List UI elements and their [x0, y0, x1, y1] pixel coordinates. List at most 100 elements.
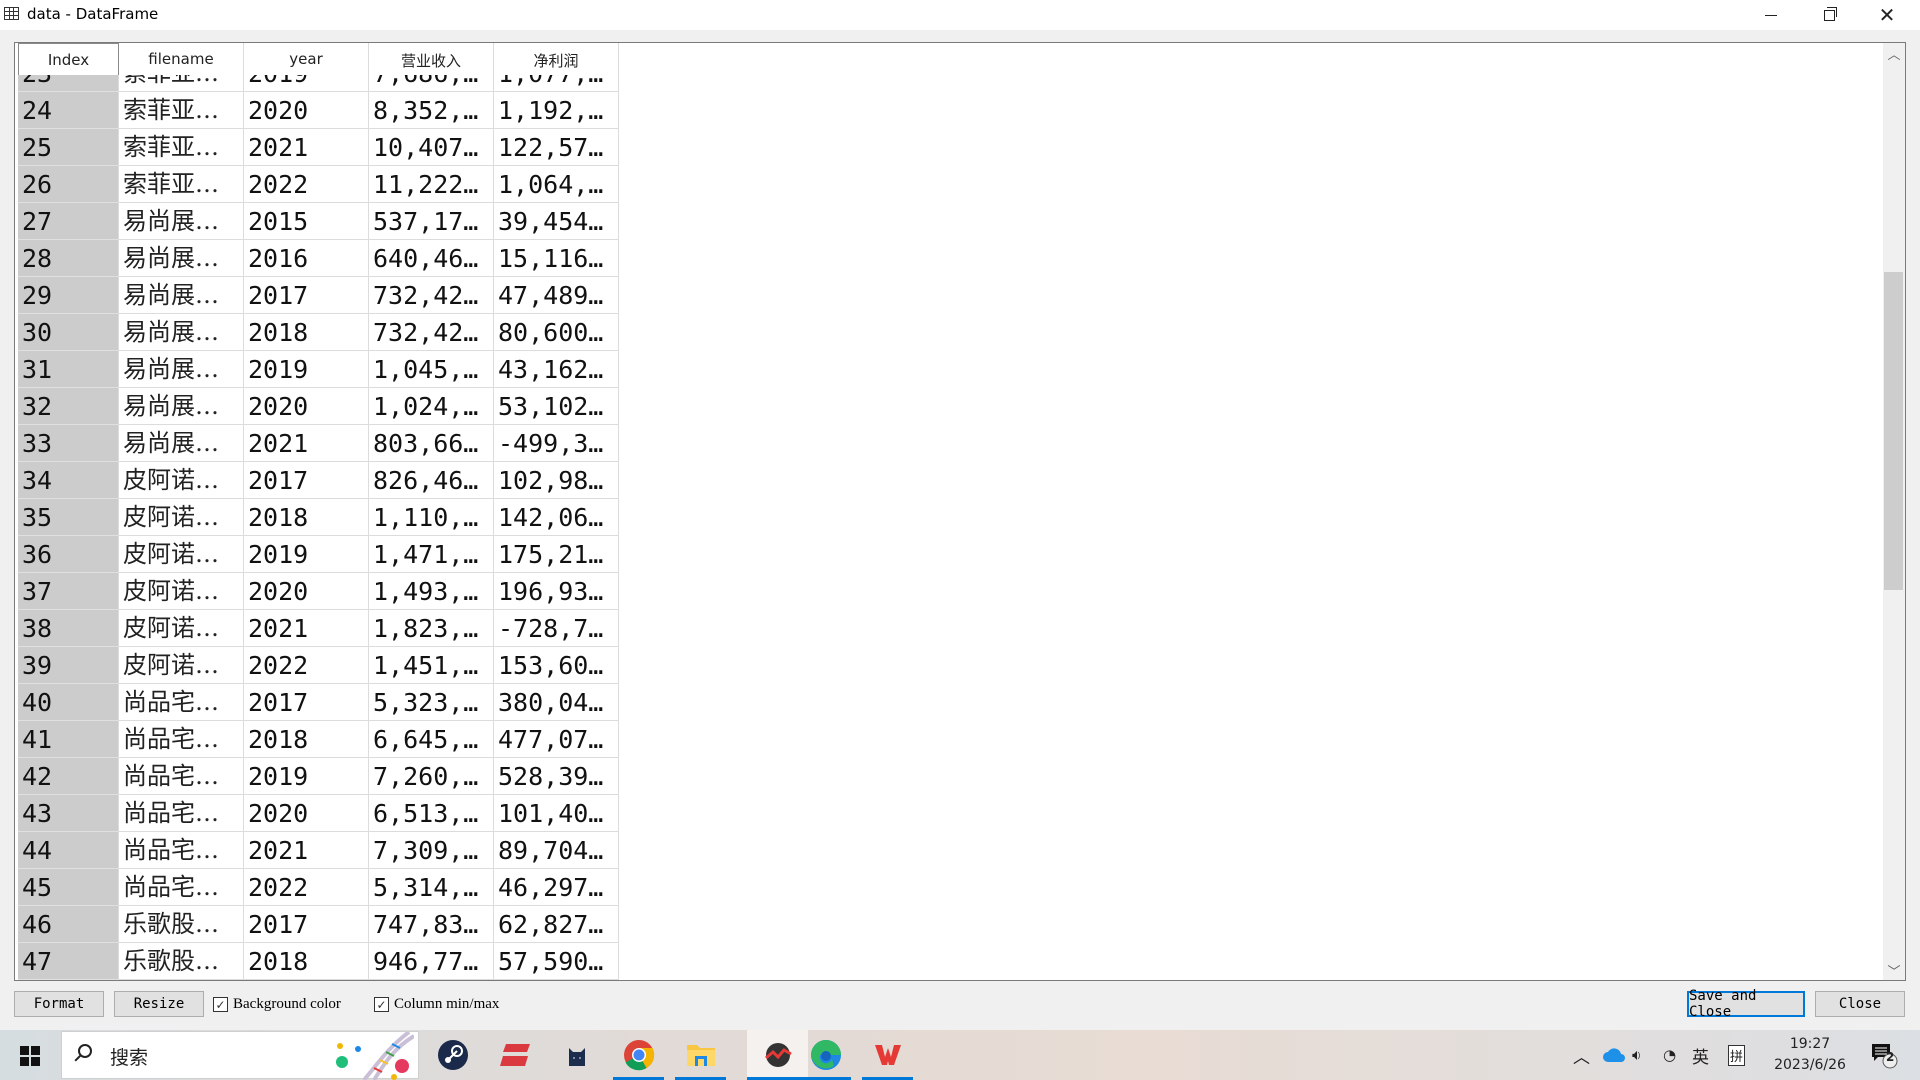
wps-office-icon[interactable] [862, 1038, 913, 1080]
expressvpn-icon[interactable] [499, 1038, 533, 1072]
table-row[interactable]: 40 尚品宅… 2017 5,323,… 380,04… [18, 684, 648, 721]
revenue-cell[interactable]: 6,513,… [369, 795, 494, 832]
table-row[interactable]: 39 皮阿诺… 2022 1,451,… 153,60… [18, 647, 648, 684]
index-cell[interactable]: 36 [18, 536, 119, 573]
net-profit-cell[interactable]: 80,600… [494, 314, 619, 351]
net-profit-cell[interactable]: 380,04… [494, 684, 619, 721]
year-cell[interactable]: 2017 [244, 906, 369, 943]
year-cell[interactable]: 2022 [244, 647, 369, 684]
minimize-button[interactable] [1742, 0, 1800, 30]
column-header-revenue[interactable]: 营业收入 [369, 43, 494, 75]
revenue-cell[interactable]: 1,451,… [369, 647, 494, 684]
table-row[interactable]: 37 皮阿诺… 2020 1,493,… 196,93… [18, 573, 648, 610]
table-row[interactable]: 41 尚品宅… 2018 6,645,… 477,07… [18, 721, 648, 758]
revenue-cell[interactable]: 826,46… [369, 462, 494, 499]
table-row[interactable]: 30 易尚展… 2018 732,42… 80,600… [18, 314, 648, 351]
year-cell[interactable]: 2021 [244, 425, 369, 462]
net-profit-cell[interactable]: 1,192,… [494, 92, 619, 129]
table-row[interactable]: 33 易尚展… 2021 803,66… -499,3… [18, 425, 648, 462]
index-cell[interactable]: 47 [18, 943, 119, 980]
table-row[interactable]: 35 皮阿诺… 2018 1,110,… 142,06… [18, 499, 648, 536]
year-cell[interactable]: 2018 [244, 499, 369, 536]
year-cell[interactable]: 2017 [244, 277, 369, 314]
net-profit-cell[interactable]: 46,297… [494, 869, 619, 906]
show-hidden-icons-button[interactable]: ︿ [1573, 1030, 1590, 1080]
volume-icon[interactable]: 🔉︎ [1632, 1030, 1641, 1080]
table-row[interactable]: 32 易尚展… 2020 1,024,… 53,102… [18, 388, 648, 425]
table-row[interactable]: 28 易尚展… 2016 640,46… 15,116… [18, 240, 648, 277]
revenue-cell[interactable]: 6,645,… [369, 721, 494, 758]
net-profit-cell[interactable]: 1,064,… [494, 166, 619, 203]
filename-cell[interactable]: 尚品宅… [119, 869, 244, 906]
revenue-cell[interactable]: 1,493,… [369, 573, 494, 610]
revenue-cell[interactable]: 946,77… [369, 943, 494, 980]
revenue-cell[interactable]: 732,42… [369, 277, 494, 314]
filename-cell[interactable]: 尚品宅… [119, 758, 244, 795]
revenue-cell[interactable]: 7,309,… [369, 832, 494, 869]
revenue-cell[interactable]: 1,024,… [369, 388, 494, 425]
table-row[interactable]: 31 易尚展… 2019 1,045,… 43,162… [18, 351, 648, 388]
net-profit-cell[interactable]: 15,116… [494, 240, 619, 277]
dataframe-table[interactable]: 23索菲亚…20197,686,…1,077,…24索菲亚…20208,352,… [14, 42, 1906, 981]
year-cell[interactable]: 2022 [244, 166, 369, 203]
revenue-cell[interactable]: 537,17… [369, 203, 494, 240]
net-profit-cell[interactable]: 153,60… [494, 647, 619, 684]
filename-cell[interactable]: 尚品宅… [119, 832, 244, 869]
year-cell[interactable]: 2020 [244, 573, 369, 610]
revenue-cell[interactable]: 7,260,… [369, 758, 494, 795]
close-window-button[interactable]: ✕ [1858, 0, 1916, 30]
revenue-cell[interactable]: 1,045,… [369, 351, 494, 388]
table-row[interactable]: 36 皮阿诺… 2019 1,471,… 175,21… [18, 536, 648, 573]
year-cell[interactable]: 2017 [244, 462, 369, 499]
filename-cell[interactable]: 索菲亚… [119, 92, 244, 129]
revenue-cell[interactable]: 1,110,… [369, 499, 494, 536]
file-explorer-icon[interactable] [675, 1038, 726, 1080]
chrome-icon[interactable] [613, 1038, 664, 1080]
background-color-checkbox[interactable]: ✓ Background color [213, 996, 341, 1013]
table-row[interactable]: 25 索菲亚… 2021 10,407… 122,57… [18, 129, 648, 166]
table-row[interactable]: 34 皮阿诺… 2017 826,46… 102,98… [18, 462, 648, 499]
table-row[interactable]: 24 索菲亚… 2020 8,352,… 1,192,… [18, 92, 648, 129]
index-cell[interactable]: 38 [18, 610, 119, 647]
revenue-cell[interactable]: 10,407… [369, 129, 494, 166]
net-profit-cell[interactable]: 196,93… [494, 573, 619, 610]
column-header-year[interactable]: year [244, 43, 369, 75]
scrollbar-thumb[interactable] [1884, 272, 1903, 591]
net-profit-cell[interactable]: 53,102… [494, 388, 619, 425]
year-cell[interactable]: 2017 [244, 684, 369, 721]
table-row[interactable]: 26 索菲亚… 2022 11,222… 1,064,… [18, 166, 648, 203]
davinci-app-icon[interactable] [747, 1030, 808, 1080]
filename-cell[interactable]: 易尚展… [119, 425, 244, 462]
year-cell[interactable]: 2021 [244, 129, 369, 166]
steam-icon[interactable] [436, 1038, 470, 1072]
revenue-cell[interactable]: 747,83… [369, 906, 494, 943]
year-cell[interactable]: 2020 [244, 92, 369, 129]
scroll-down-button[interactable]: ﹀ [1883, 960, 1905, 980]
table-row[interactable]: 42 尚品宅… 2019 7,260,… 528,39… [18, 758, 648, 795]
year-cell[interactable]: 2020 [244, 388, 369, 425]
net-profit-cell[interactable]: 142,06… [494, 499, 619, 536]
net-profit-cell[interactable]: 102,98… [494, 462, 619, 499]
filename-cell[interactable]: 易尚展… [119, 388, 244, 425]
net-profit-cell[interactable]: 39,454… [494, 203, 619, 240]
filename-cell[interactable]: 皮阿诺… [119, 462, 244, 499]
onedrive-icon[interactable] [1603, 1030, 1625, 1080]
edge-icon[interactable] [800, 1038, 851, 1080]
table-row[interactable]: 29 易尚展… 2017 732,42… 47,489… [18, 277, 648, 314]
table-row[interactable]: 47 乐歌股… 2018 946,77… 57,590… [18, 943, 648, 980]
year-cell[interactable]: 2015 [244, 203, 369, 240]
net-profit-cell[interactable]: -499,3… [494, 425, 619, 462]
filename-cell[interactable]: 乐歌股… [119, 906, 244, 943]
ime-language-indicator[interactable]: 英 [1692, 1030, 1709, 1080]
index-cell[interactable]: 31 [18, 351, 119, 388]
revenue-cell[interactable]: 732,42… [369, 314, 494, 351]
column-header-filename[interactable]: filename [119, 43, 244, 75]
filename-cell[interactable]: 易尚展… [119, 203, 244, 240]
column-minmax-checkbox[interactable]: ✓ Column min/max [374, 996, 499, 1013]
index-cell[interactable]: 44 [18, 832, 119, 869]
index-cell[interactable]: 42 [18, 758, 119, 795]
table-row[interactable]: 43 尚品宅… 2020 6,513,… 101,40… [18, 795, 648, 832]
filename-cell[interactable]: 易尚展… [119, 351, 244, 388]
year-cell[interactable]: 2019 [244, 758, 369, 795]
year-cell[interactable]: 2019 [244, 536, 369, 573]
